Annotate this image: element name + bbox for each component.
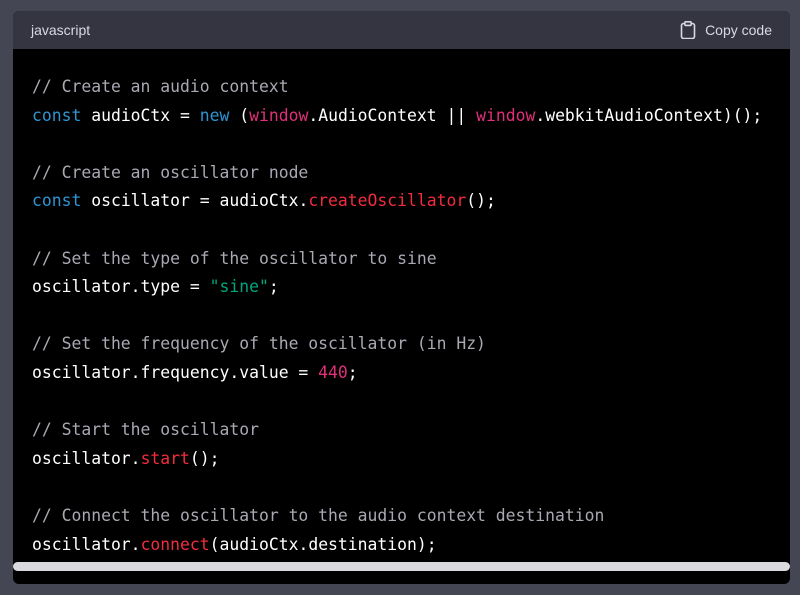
code-token-plain: oscillator.type = <box>32 277 210 297</box>
code-block-header: javascript Copy code <box>13 11 790 49</box>
code-line: oscillator.type = "sine"; <box>32 273 771 302</box>
code-line: // Create an oscillator node <box>32 159 771 188</box>
code-line: // Set the frequency of the oscillator (… <box>32 330 771 359</box>
horizontal-scrollbar[interactable] <box>13 561 790 572</box>
code-token-number: 440 <box>318 362 348 382</box>
code-token-func: connect <box>140 534 210 554</box>
code-line: const audioCtx = new (window.AudioContex… <box>32 102 771 131</box>
scrollbar-thumb[interactable] <box>13 562 790 571</box>
code-line: // Set the type of the oscillator to sin… <box>32 245 771 274</box>
code-line: oscillator.connect(audioCtx.destination)… <box>32 531 771 560</box>
code-token-comment: // Create an audio context <box>32 77 289 96</box>
code-token-plain: (); <box>189 448 220 468</box>
code-token-plain: (audioCtx.destination); <box>209 534 437 554</box>
copy-code-button[interactable]: Copy code <box>680 21 772 39</box>
code-line: // Connect the oscillator to the audio c… <box>32 502 771 531</box>
code-token-comment: // Start the oscillator <box>32 420 259 440</box>
code-token-keyword: const <box>32 105 82 125</box>
code-token-func: start <box>140 448 190 468</box>
code-token-keyword: new <box>199 105 230 125</box>
code-token-plain: oscillator. <box>32 448 141 468</box>
code-lines: // Create an audio context const audioCtx… <box>32 73 771 559</box>
code-line: oscillator.start(); <box>32 445 771 474</box>
copy-code-label: Copy code <box>705 22 772 38</box>
code-token-builtin: window <box>476 105 536 125</box>
code-token-plain: (); <box>466 191 496 211</box>
code-token-plain: oscillator.frequency.value = <box>32 362 319 382</box>
code-token-plain: ( <box>229 105 250 125</box>
code-token-builtin: window <box>249 105 309 125</box>
code-token-comment: // Set the frequency of the oscillator (… <box>32 334 486 354</box>
code-line: const oscillator = audioCtx.createOscill… <box>32 187 771 216</box>
code-token-string: "sine" <box>209 277 269 297</box>
code-token-func: createOscillator <box>308 191 467 211</box>
code-line: // Create an audio context <box>32 73 771 102</box>
code-block: javascript Copy code // Create an audio … <box>13 11 790 584</box>
code-token-plain: audioCtx = <box>81 105 200 125</box>
language-label: javascript <box>31 22 91 38</box>
code-token-comment: // Set the type of the oscillator to sin… <box>32 248 437 268</box>
clipboard-icon <box>680 21 696 39</box>
code-body[interactable]: // Create an audio context const audioCtx… <box>13 49 790 572</box>
code-token-plain: ; <box>268 277 279 297</box>
code-line: // Start the oscillator <box>32 416 771 445</box>
code-token-plain: .AudioContext || <box>308 105 477 125</box>
code-token-plain: oscillator. <box>32 534 141 554</box>
code-token-plain: .webkitAudioContext)(); <box>535 105 763 125</box>
code-token-plain: oscillator = audioCtx. <box>81 191 309 211</box>
code-line: oscillator.frequency.value = 440; <box>32 359 771 388</box>
code-token-comment: // Create an oscillator node <box>32 162 309 182</box>
code-token-comment: // Connect the oscillator to the audio c… <box>32 505 605 525</box>
code-token-keyword: const <box>32 191 82 211</box>
code-token-plain: ; <box>347 362 358 382</box>
